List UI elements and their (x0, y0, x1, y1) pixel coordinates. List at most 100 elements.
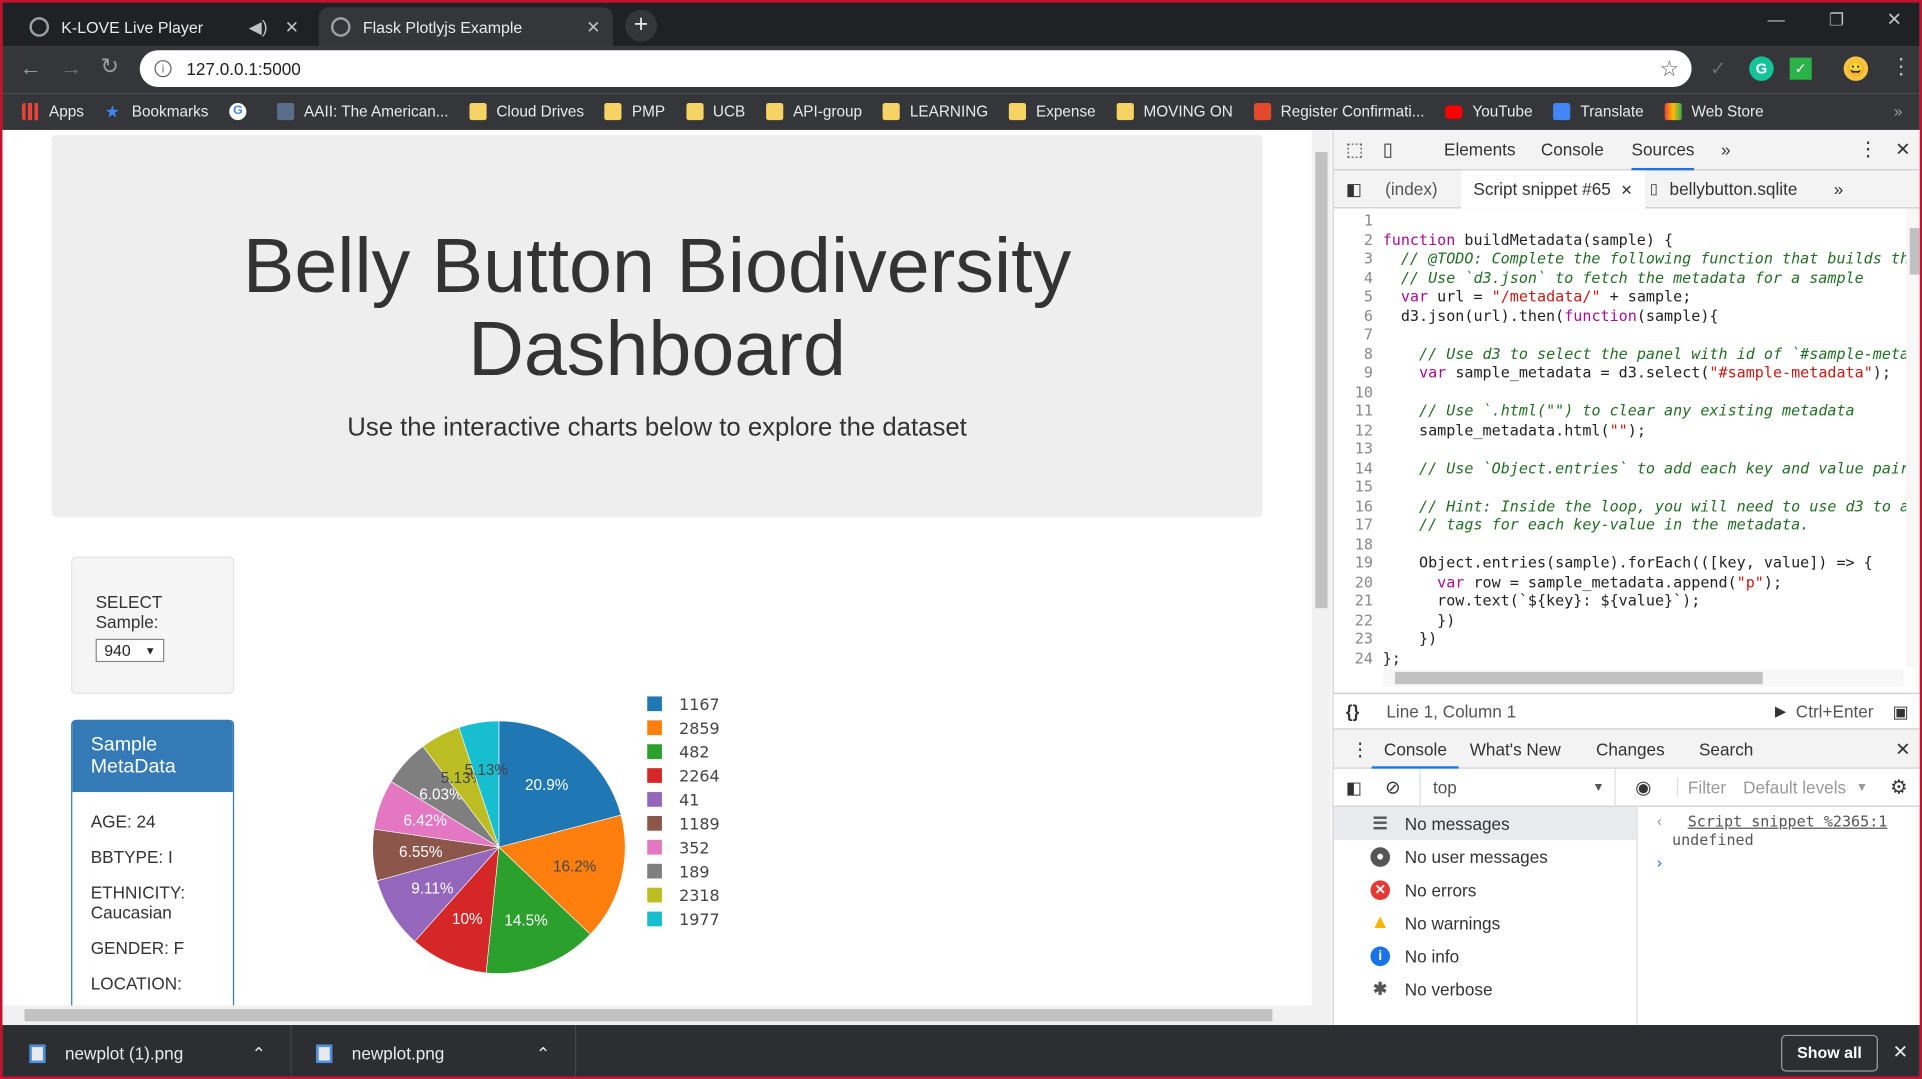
chevron-up-icon[interactable]: ⌃ (536, 1043, 550, 1064)
legend-swatch[interactable] (647, 696, 662, 712)
tab-console[interactable]: Console (1541, 140, 1604, 160)
drawer-tab-whats-new[interactable]: What's New (1470, 739, 1561, 759)
star-icon[interactable]: ☆ (1660, 56, 1680, 82)
bookmark-google[interactable]: G (229, 102, 256, 121)
close-icon[interactable]: ✕ (1895, 737, 1910, 760)
filter-messages[interactable]: ☰ No messages (1333, 806, 1637, 840)
file-tab-index[interactable]: (index) (1385, 179, 1437, 199)
tab-klove[interactable]: K-LOVE Live Player ◀) ✕ (17, 7, 311, 46)
scrollbar-thumb[interactable] (24, 1009, 1273, 1022)
close-icon[interactable]: ✕ (1895, 139, 1910, 161)
legend-swatch[interactable] (647, 744, 662, 759)
checkbox-extension-icon[interactable]: ✓ (1789, 57, 1812, 80)
legend-swatch[interactable] (647, 887, 662, 903)
filter-warnings[interactable]: ▲ No warnings (1334, 906, 1637, 939)
close-icon[interactable]: ✕ (586, 17, 600, 38)
legend-swatch[interactable] (647, 839, 662, 855)
bookmark-expense[interactable]: Expense (1009, 102, 1096, 121)
legend-swatch[interactable] (647, 815, 662, 831)
tab-sources[interactable]: Sources (1631, 129, 1695, 170)
info-icon[interactable]: i (154, 60, 172, 78)
legend-label[interactable]: 1167 (679, 695, 720, 714)
legend-label[interactable]: 2318 (679, 886, 720, 905)
format-icon[interactable]: {} (1346, 701, 1359, 721)
download-item[interactable]: newplot (1).png ⌃ (2, 1025, 292, 1077)
legend-label[interactable]: 1189 (679, 814, 720, 833)
filter-errors[interactable]: ✕ No errors (1334, 873, 1637, 906)
bookmark-cloud-drives[interactable]: Cloud Drives (469, 102, 584, 121)
bookmark-web-store[interactable]: Web Store (1664, 102, 1764, 121)
more-files-icon[interactable]: » (1834, 179, 1844, 199)
legend-label[interactable]: 189 (679, 862, 709, 881)
scrollbar-thumb[interactable] (1909, 228, 1920, 275)
close-icon[interactable]: ✕ (285, 17, 299, 38)
bookmark-apps[interactable]: Apps (22, 102, 84, 121)
bookmark-bookmarks[interactable]: ★ Bookmarks (105, 103, 209, 120)
bookmark-ucb[interactable]: UCB (685, 102, 745, 121)
bookmark-translate[interactable]: Translate (1553, 102, 1644, 121)
snippet-link[interactable]: Script snippet %2365:1 (1688, 813, 1888, 830)
drawer-tab-search[interactable]: Search (1699, 739, 1753, 759)
run-icon[interactable]: ▶ (1775, 703, 1786, 720)
legend-swatch[interactable] (647, 792, 662, 807)
bookmark-register[interactable]: Register Confirmati... (1253, 102, 1425, 121)
file-tab-sqlite[interactable]: bellybutton.sqlite (1670, 179, 1798, 199)
tab-elements[interactable]: Elements (1444, 140, 1516, 160)
sidebar-toggle-icon[interactable]: ◧ (1346, 777, 1362, 798)
context-select[interactable]: top ▼ (1419, 768, 1616, 807)
legend-label[interactable]: 2859 (679, 719, 720, 738)
bookmark-api-group[interactable]: API-group (766, 102, 862, 121)
minimize-icon[interactable]: — (1768, 10, 1785, 30)
grammarly-icon[interactable]: G (1749, 56, 1774, 81)
scrollbar-thumb[interactable] (1394, 671, 1763, 685)
tab-flask[interactable]: Flask Plotlyjs Example ✕ (318, 7, 613, 47)
clear-console-icon[interactable]: ⊘ (1385, 776, 1400, 798)
code-vertical-scrollbar[interactable] (1906, 208, 1920, 667)
chevron-up-icon[interactable]: ⌃ (252, 1043, 266, 1064)
horizontal-scrollbar[interactable] (2, 1005, 1312, 1026)
reload-icon[interactable]: ↻ (101, 54, 120, 80)
drawer-menu-icon[interactable]: ⋮ (1351, 737, 1369, 760)
sample-select[interactable]: 940 ▼ (95, 638, 165, 663)
prompt-icon[interactable]: › (1655, 855, 1888, 873)
back-icon[interactable]: ← (20, 55, 42, 81)
legend-label[interactable]: 2264 (679, 767, 720, 786)
navigator-toggle-icon[interactable]: ◧ (1346, 178, 1362, 199)
avatar[interactable]: 😀 (1843, 56, 1869, 81)
legend-swatch[interactable] (647, 911, 662, 927)
device-icon[interactable]: ▯ (1383, 139, 1393, 161)
screenshot-icon[interactable]: ▣ (1893, 701, 1909, 722)
legend-label[interactable]: 41 (679, 791, 699, 810)
file-tab-snippet[interactable]: Script snippet #65 ✕ (1461, 169, 1646, 208)
bookmark-aaii[interactable]: AAII: The American... (277, 102, 449, 121)
filter-info[interactable]: i No info (1334, 939, 1637, 972)
vertical-scrollbar[interactable] (1311, 129, 1332, 1026)
settings-icon[interactable]: ⚙ (1890, 775, 1908, 800)
scrollbar-thumb[interactable] (1315, 152, 1328, 609)
settings-menu-icon[interactable]: ⋮ (1858, 137, 1878, 162)
filter-verbose[interactable]: ✱ No verbose (1334, 972, 1637, 1005)
new-tab-button[interactable]: + (625, 9, 658, 42)
close-icon[interactable]: ✕ (1893, 1041, 1908, 1063)
maximize-icon[interactable]: ❐ (1829, 10, 1844, 31)
legend-swatch[interactable] (647, 863, 662, 879)
close-icon[interactable]: ✕ (1620, 181, 1632, 198)
show-all-button[interactable]: Show all (1781, 1034, 1878, 1072)
mute-icon[interactable]: ◀) (249, 17, 268, 38)
legend-label[interactable]: 1977 (679, 910, 720, 929)
bookmark-moving-on[interactable]: MOVING ON (1116, 102, 1233, 121)
run-shortcut[interactable]: Ctrl+Enter (1796, 701, 1874, 721)
drawer-tab-changes[interactable]: Changes (1596, 739, 1665, 759)
forward-icon[interactable]: → (60, 55, 82, 81)
inspect-icon[interactable]: ⬚ (1346, 139, 1363, 161)
menu-icon[interactable]: ⋮ (1890, 54, 1912, 80)
code-editor[interactable]: 1234567891011121314151617181920212223242… (1334, 208, 1920, 667)
bookmarks-overflow[interactable]: » (1894, 103, 1903, 120)
code-horizontal-scrollbar[interactable] (1382, 669, 1904, 687)
bookmark-learning[interactable]: LEARNING (882, 102, 988, 121)
filter-user-messages[interactable]: ● No user messages (1334, 840, 1637, 873)
filter-input[interactable]: Filter (1676, 777, 1726, 797)
window-close-icon[interactable]: ✕ (1887, 9, 1902, 31)
legend-label[interactable]: 482 (679, 743, 709, 762)
bookmark-pmp[interactable]: PMP (604, 102, 665, 121)
